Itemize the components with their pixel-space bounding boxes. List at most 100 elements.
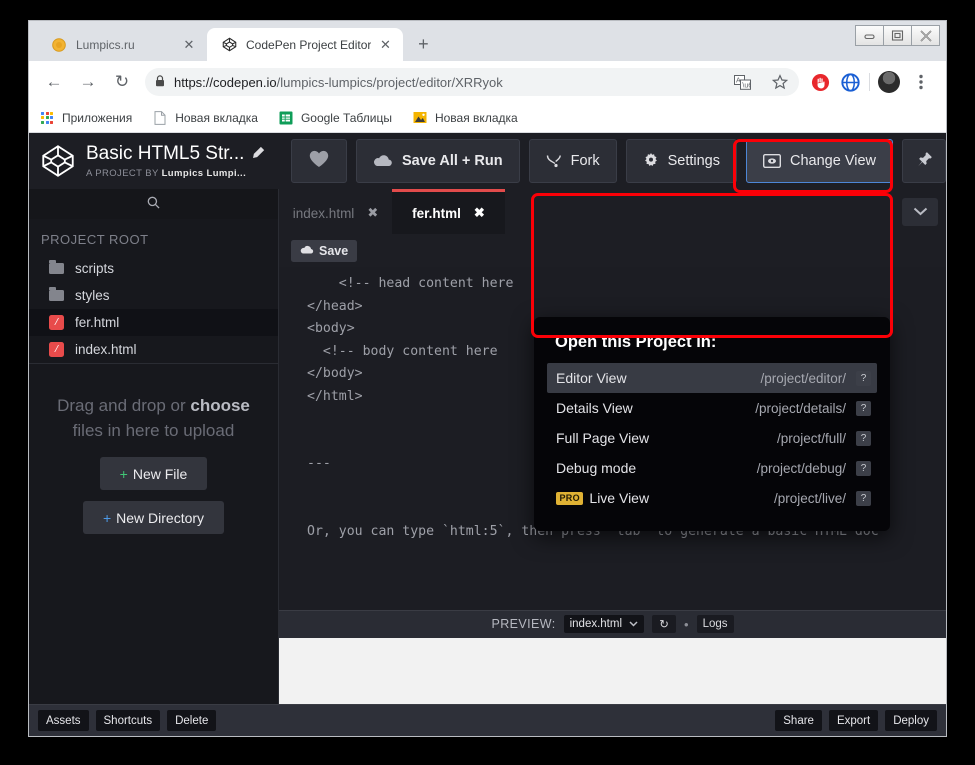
codepen-app: Basic HTML5 Str... A PROJECT BY Lumpics … bbox=[29, 133, 946, 736]
back-icon[interactable]: ← bbox=[40, 68, 68, 96]
bookmark-label: Новая вкладка bbox=[175, 110, 258, 125]
settings-label: Settings bbox=[667, 153, 720, 169]
project-byline: A PROJECT BY Lumpics Lumpi... bbox=[86, 168, 282, 179]
chevron-down-icon bbox=[629, 618, 638, 630]
editor-tab-index-html[interactable]: index.html ✖ bbox=[279, 189, 392, 234]
adblock-icon[interactable] bbox=[807, 69, 833, 95]
dropdown-item-label: Debug mode bbox=[556, 460, 637, 476]
new-directory-button[interactable]: + New Directory bbox=[82, 501, 225, 535]
file-tree-item-styles[interactable]: styles bbox=[29, 282, 278, 309]
help-icon[interactable]: ? bbox=[856, 430, 871, 446]
shortcuts-button[interactable]: Shortcuts bbox=[95, 710, 161, 731]
plus-icon: + bbox=[102, 509, 112, 526]
maximize-button[interactable] bbox=[883, 25, 912, 46]
pencil-icon[interactable] bbox=[252, 146, 265, 162]
new-tab-button[interactable]: + bbox=[409, 30, 437, 58]
close-icon[interactable]: ✕ bbox=[377, 37, 393, 53]
drop-choose-link[interactable]: choose bbox=[190, 396, 250, 415]
close-icon[interactable]: ✖ bbox=[474, 205, 485, 221]
change-view-button[interactable]: Change View bbox=[746, 139, 893, 183]
help-icon[interactable]: ? bbox=[856, 400, 871, 416]
fork-button[interactable]: Fork bbox=[528, 139, 617, 183]
dropdown-item-label: Full Page View bbox=[556, 430, 650, 446]
view-icon bbox=[763, 154, 781, 168]
assets-button[interactable]: Assets bbox=[38, 710, 89, 731]
delete-button[interactable]: Delete bbox=[167, 710, 217, 731]
close-icon[interactable]: ✕ bbox=[181, 37, 197, 53]
drop-line-2: files in here to bbox=[72, 420, 179, 440]
image-icon bbox=[412, 110, 428, 126]
close-icon[interactable]: ✖ bbox=[367, 205, 378, 221]
browser-tab-lumpics[interactable]: Lumpics.ru ✕ bbox=[37, 28, 207, 61]
bookmark-google-sheets[interactable]: Google Таблицы bbox=[278, 110, 392, 126]
file-tree-item-scripts[interactable]: scripts bbox=[29, 255, 278, 282]
forward-icon[interactable]: → bbox=[74, 68, 102, 96]
dropdown-item-path: /project/details/ bbox=[755, 400, 846, 416]
dropdown-item-label: Details View bbox=[556, 400, 633, 416]
page-icon bbox=[152, 110, 168, 126]
bookmark-label: Приложения bbox=[62, 110, 133, 125]
share-button[interactable]: Share bbox=[775, 710, 822, 731]
browser-tab-codepen[interactable]: CodePen Project Editor ✕ bbox=[207, 28, 404, 61]
drop-zone-text: Drag and drop or choose files in here to… bbox=[54, 394, 254, 443]
file-name: fer.html bbox=[75, 315, 120, 330]
cloud-icon bbox=[373, 154, 393, 168]
file-search-input[interactable] bbox=[29, 189, 278, 219]
editor-tab-fer-html[interactable]: fer.html ✖ bbox=[392, 189, 505, 234]
like-button[interactable] bbox=[291, 139, 347, 183]
address-bar[interactable]: https://codepen.io/lumpics-lumpics/proje… bbox=[145, 68, 799, 96]
bookmark-label: Новая вкладка bbox=[434, 110, 518, 125]
lock-icon bbox=[155, 74, 165, 90]
help-icon[interactable]: ? bbox=[856, 460, 871, 476]
change-view-dropdown: Open this Project in: Editor View /proje… bbox=[534, 317, 890, 531]
svg-text:\u6587: \u6587 bbox=[742, 82, 751, 89]
new-file-button[interactable]: + New File bbox=[99, 457, 208, 491]
dropdown-item-path: /project/debug/ bbox=[756, 460, 846, 476]
save-button[interactable]: Save bbox=[291, 239, 358, 262]
close-button[interactable] bbox=[911, 25, 940, 46]
bookmark-apps[interactable]: Приложения bbox=[39, 110, 132, 126]
file-tree-item-index-html[interactable]: / index.html bbox=[29, 336, 278, 363]
bookmark-new-tab-1[interactable]: Новая вкладка bbox=[152, 110, 258, 126]
file-tree-item-fer-html[interactable]: / fer.html bbox=[29, 309, 278, 336]
tab-title: CodePen Project Editor bbox=[246, 37, 372, 52]
browser-toolbar: ← → ↻ https://codepen.io/lumpics-lumpics… bbox=[29, 61, 946, 103]
help-icon[interactable]: ? bbox=[856, 370, 871, 386]
omnibox-actions: A \u6587 bbox=[727, 68, 795, 96]
pin-button[interactable] bbox=[902, 139, 946, 183]
profile-avatar[interactable] bbox=[878, 71, 900, 93]
dropdown-item-debug-mode[interactable]: Debug mode /project/debug/ ? bbox=[547, 453, 877, 483]
new-file-label: New File bbox=[132, 465, 188, 482]
file-drop-zone[interactable]: Drag and drop or choose files in here to… bbox=[29, 363, 278, 704]
dropdown-item-details-view[interactable]: Details View /project/details/ ? bbox=[547, 393, 877, 423]
html-file-icon: / bbox=[49, 315, 66, 330]
html-file-icon: / bbox=[49, 342, 66, 357]
bookmark-star-icon[interactable] bbox=[767, 69, 793, 95]
new-directory-label: New Directory bbox=[116, 509, 205, 526]
bookmarks-bar: Приложения Новая вкладка Google Таблицы … bbox=[29, 103, 946, 133]
deploy-button[interactable]: Deploy bbox=[885, 710, 937, 731]
bookmark-new-tab-2[interactable]: Новая вкладка bbox=[412, 110, 518, 126]
preview-logs-button[interactable]: Logs bbox=[696, 615, 734, 633]
reload-icon[interactable]: ↻ bbox=[108, 68, 136, 96]
settings-button[interactable]: Settings bbox=[625, 139, 737, 183]
save-all-run-button[interactable]: Save All + Run bbox=[356, 139, 520, 183]
file-name: index.html bbox=[75, 342, 137, 357]
editor-tab-bar: index.html ✖ fer.html ✖ bbox=[279, 189, 946, 234]
help-icon[interactable]: ? bbox=[856, 490, 871, 506]
preview-file-select[interactable]: index.html bbox=[563, 615, 645, 633]
dropdown-item-editor-view[interactable]: Editor View /project/editor/ ? bbox=[547, 363, 877, 393]
page-title: Basic HTML5 Str... bbox=[86, 143, 245, 164]
chrome-menu-icon[interactable] bbox=[907, 68, 935, 96]
minimize-button[interactable] bbox=[855, 25, 884, 46]
opera-vpn-icon[interactable] bbox=[837, 69, 863, 95]
translate-icon[interactable]: A \u6587 bbox=[729, 69, 755, 95]
dropdown-item-full-page-view[interactable]: Full Page View /project/full/ ? bbox=[547, 423, 877, 453]
save-all-run-label: Save All + Run bbox=[402, 153, 503, 169]
preview-refresh-button[interactable]: ↻ bbox=[652, 615, 677, 633]
export-button[interactable]: Export bbox=[828, 710, 879, 731]
preview-pane[interactable] bbox=[279, 637, 946, 704]
chevron-down-icon[interactable] bbox=[902, 197, 938, 226]
dropdown-item-path: /project/full/ bbox=[776, 430, 846, 446]
dropdown-item-live-view[interactable]: PRO Live View /project/live/ ? bbox=[547, 483, 877, 513]
